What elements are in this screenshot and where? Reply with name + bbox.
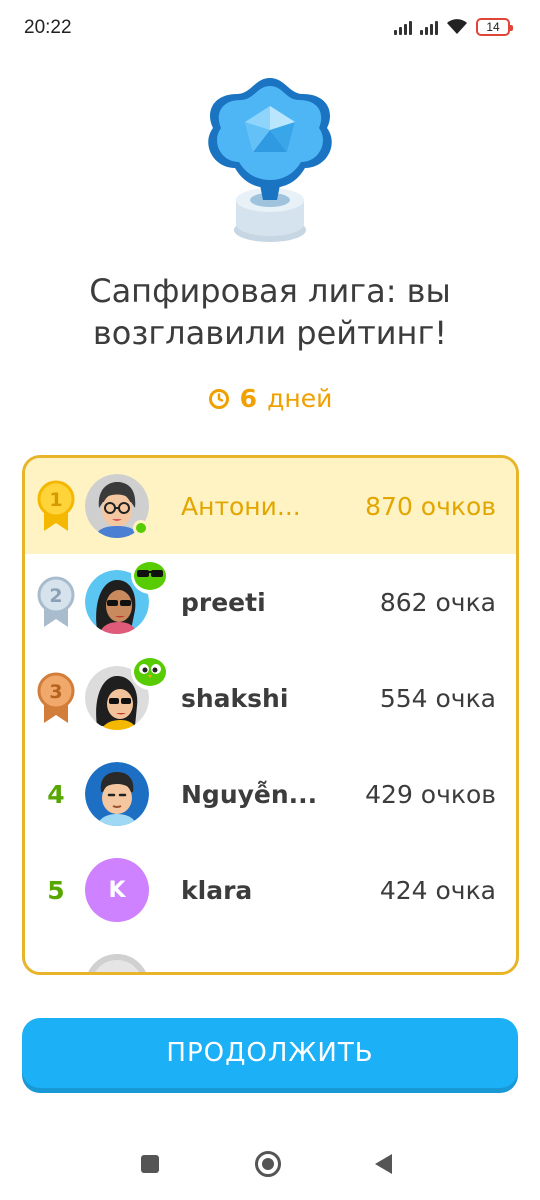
timer-value: 6 (239, 384, 258, 413)
battery-icon: 14 (476, 18, 513, 36)
player-points: 554 очка (379, 683, 496, 713)
avatar-image (85, 762, 149, 826)
leaderboard-row[interactable]: 1 Антони... 870 очков (25, 458, 516, 554)
back-icon[interactable] (375, 1154, 392, 1174)
player-name: Антони... (181, 491, 301, 521)
avatar[interactable] (85, 556, 169, 634)
owl-mascot-icon (131, 652, 169, 690)
continue-button[interactable]: ПРОДОЛЖИТЬ (22, 1018, 518, 1088)
status-bar: 20:22 14 (0, 0, 540, 58)
rank-number: 5 (33, 860, 79, 920)
owl-sunglasses-icon (131, 556, 169, 594)
player-points: 424 очка (379, 875, 496, 905)
league-title-line2: возглавили рейтинг! (92, 314, 448, 352)
avatar[interactable]: K (85, 858, 149, 922)
avatar[interactable] (85, 762, 149, 826)
player-name: Nguyễn... (181, 779, 318, 809)
rank-number: 4 (33, 764, 79, 824)
clock-icon (208, 388, 229, 409)
signal-icon (420, 19, 438, 35)
avatar-letter: K (85, 858, 149, 922)
timer-unit: дней (267, 384, 333, 413)
recent-apps-icon[interactable] (141, 1155, 159, 1173)
status-time: 20:22 (24, 17, 72, 38)
sapphire-trophy-icon (208, 78, 332, 242)
player-points: 862 очка (379, 587, 496, 617)
system-nav-bar (0, 1130, 540, 1200)
battery-level: 14 (486, 20, 500, 34)
league-title-line1: Сапфировая лига: вы (89, 272, 451, 310)
home-icon[interactable] (255, 1151, 281, 1177)
rank-3-text: 3 (49, 681, 62, 703)
leaderboard[interactable]: 1 Антони... 870 очков 2 preeti 862 очка … (22, 455, 519, 975)
silver-medal-icon: 2 (33, 572, 79, 632)
player-name: shakshi (181, 683, 289, 713)
bronze-medal-icon: 3 (33, 668, 79, 728)
leaderboard-row[interactable]: 2 preeti 862 очка (25, 554, 516, 650)
signal-icon (394, 19, 412, 35)
avatar[interactable] (85, 474, 149, 538)
rank-4-text: 4 (47, 779, 65, 809)
league-timer: 6 дней (0, 384, 540, 413)
avatar[interactable] (85, 652, 169, 730)
leaderboard-row[interactable]: 3 shakshi 554 очка (25, 650, 516, 746)
avatar-image (85, 954, 149, 972)
wifi-icon (447, 19, 467, 34)
league-title: Сапфировая лига: вы возглавили рейтинг! (30, 270, 510, 354)
online-status-dot (133, 520, 149, 536)
player-name: klara (181, 875, 253, 905)
leaderboard-row-partial[interactable] (25, 938, 516, 972)
leaderboard-row[interactable]: 5 K klara 424 очка (25, 842, 516, 938)
gold-medal-icon: 1 (33, 476, 79, 536)
status-icons: 14 (394, 18, 513, 36)
leaderboard-row[interactable]: 4 Nguyễn... 429 очков (25, 746, 516, 842)
rank-5-text: 5 (47, 875, 65, 905)
rank-2-text: 2 (49, 585, 62, 607)
rank-1-text: 1 (49, 489, 62, 511)
avatar[interactable] (85, 954, 149, 972)
player-points: 429 очков (365, 779, 496, 809)
player-name: preeti (181, 587, 266, 617)
player-points: 870 очков (365, 491, 496, 521)
